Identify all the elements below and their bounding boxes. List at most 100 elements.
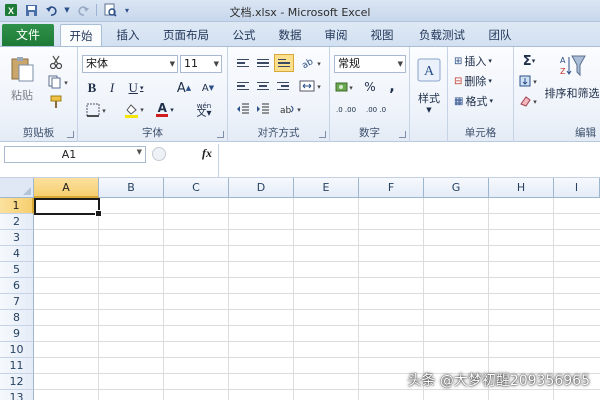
percent-button[interactable]: %	[362, 79, 378, 95]
decrease-decimal-button[interactable]: .00 .0	[364, 101, 390, 119]
tab-file[interactable]: 文件	[2, 24, 54, 46]
formula-bar: A1 ▼ fx	[0, 142, 600, 178]
format-cells-label: 格式	[465, 95, 488, 108]
grow-font-button[interactable]: A ▲	[174, 79, 194, 97]
column-header[interactable]: E	[294, 178, 359, 198]
italic-button[interactable]: I	[104, 79, 120, 97]
sort-filter-button[interactable]: AZ 排序和筛选	[544, 53, 600, 119]
row-header[interactable]: 13	[0, 390, 34, 400]
row-header[interactable]: 8	[0, 310, 34, 326]
row-header[interactable]: 1	[0, 198, 34, 214]
tab-view[interactable]: 视图	[362, 24, 402, 46]
font-name-select[interactable]: 宋体 ▼	[82, 55, 178, 73]
autosum-label: Σ	[522, 53, 532, 69]
accounting-format-icon[interactable]: ▾	[334, 79, 356, 95]
cut-icon[interactable]	[46, 53, 66, 71]
align-bottom-icon[interactable]	[274, 54, 294, 72]
align-left-icon[interactable]	[234, 78, 252, 94]
row-header[interactable]: 9	[0, 326, 34, 342]
row-header[interactable]: 4	[0, 246, 34, 262]
fill-color-icon[interactable]: ▾	[122, 101, 148, 119]
watermark: 头条 @大梦初醒209356965	[407, 373, 590, 389]
dialog-launcher-icon[interactable]	[217, 131, 224, 138]
active-cell[interactable]	[34, 198, 102, 217]
borders-icon[interactable]: ▾	[84, 101, 110, 119]
column-header[interactable]: G	[424, 178, 489, 198]
group-font: 宋体 ▼ 11 ▼ B I U ▾ A ▲ A ▼ ▾ ▾ A ▾ wén 文▾…	[78, 47, 228, 142]
sort-filter-label: 排序和筛选	[544, 87, 600, 100]
tab-home[interactable]: 开始	[60, 24, 102, 46]
title-bar: X ▼ ▾ 文档.xlsx - Microsoft Excel	[0, 0, 600, 22]
styles-label: 样式	[418, 92, 440, 105]
bold-button[interactable]: B	[84, 79, 100, 97]
tab-page-layout[interactable]: 页面布局	[154, 24, 218, 46]
font-size-select[interactable]: 11 ▼	[180, 55, 222, 73]
formula-controls: fx	[150, 146, 216, 163]
align-top-icon[interactable]	[234, 55, 252, 71]
align-center-icon[interactable]	[254, 78, 272, 94]
column-header[interactable]: D	[229, 178, 294, 198]
chevron-down-icon: ▼	[213, 60, 219, 68]
tab-formulas[interactable]: 公式	[224, 24, 264, 46]
format-cells-button[interactable]: ▦ 格式 ▾	[454, 93, 510, 109]
font-color-button[interactable]: A ▾	[152, 101, 178, 119]
svg-text:▾: ▾	[533, 78, 537, 86]
row-header[interactable]: 11	[0, 358, 34, 374]
column-header[interactable]: F	[359, 178, 424, 198]
name-box[interactable]: A1 ▼	[4, 146, 146, 163]
dialog-launcher-icon[interactable]	[319, 131, 326, 138]
row-header[interactable]: 6	[0, 278, 34, 294]
row-header[interactable]: 2	[0, 214, 34, 230]
decrease-decimal-label: .00 .0	[366, 105, 387, 114]
column-header[interactable]: B	[99, 178, 164, 198]
styles-button[interactable]: A 样式 ▼	[412, 53, 446, 119]
increase-indent-icon[interactable]	[254, 101, 272, 117]
row-header[interactable]: 12	[0, 374, 34, 390]
column-header[interactable]: H	[489, 178, 554, 198]
shrink-font-button[interactable]: A ▼	[198, 79, 218, 97]
wrap-text-icon[interactable]: ab ▾	[278, 101, 304, 117]
tab-review[interactable]: 审阅	[316, 24, 356, 46]
dialog-launcher-icon[interactable]	[399, 131, 406, 138]
clear-icon[interactable]: ▾	[518, 93, 540, 109]
increase-decimal-button[interactable]: .0 .00	[334, 101, 360, 119]
svg-text:ab: ab	[301, 57, 316, 70]
tab-insert[interactable]: 插入	[108, 24, 148, 46]
editing-group-label: 编辑	[575, 127, 596, 139]
decrease-indent-icon[interactable]	[234, 101, 252, 117]
row-header[interactable]: 3	[0, 230, 34, 246]
dialog-launcher-icon[interactable]	[67, 131, 74, 138]
underline-button[interactable]: U ▾	[124, 79, 148, 97]
align-middle-icon[interactable]	[254, 55, 272, 71]
svg-text:▾: ▾	[349, 84, 353, 92]
chevron-down-icon[interactable]: ▼	[137, 148, 142, 156]
tab-data[interactable]: 数据	[270, 24, 310, 46]
column-header[interactable]: A	[34, 178, 99, 198]
comma-button[interactable]: ,	[384, 79, 400, 95]
autosum-button[interactable]: Σ ▾	[518, 53, 540, 69]
paste-button[interactable]: 粘贴	[4, 51, 40, 107]
tab-team[interactable]: 团队	[480, 24, 520, 46]
formula-bar-grip-icon	[152, 147, 166, 161]
fill-icon[interactable]: ▾	[518, 73, 540, 89]
group-styles: A 样式 ▼	[410, 47, 448, 142]
fx-button[interactable]: fx	[202, 146, 212, 161]
format-painter-icon[interactable]	[46, 93, 66, 111]
delete-cells-button[interactable]: ⊟ 删除 ▾	[454, 73, 510, 89]
phonetic-guide-button[interactable]: wén 文▾	[188, 101, 220, 119]
merge-center-icon[interactable]: ▾	[298, 78, 324, 94]
row-header[interactable]: 5	[0, 262, 34, 278]
row-header[interactable]: 7	[0, 294, 34, 310]
number-format-select[interactable]: 常规 ▼	[334, 55, 406, 73]
orientation-icon[interactable]: ab ▾	[298, 55, 324, 71]
formula-input[interactable]	[218, 144, 600, 177]
column-header[interactable]: C	[164, 178, 229, 198]
tab-load-test[interactable]: 负载测试	[410, 24, 474, 46]
column-header[interactable]: I	[554, 178, 600, 198]
copy-icon[interactable]: ▾	[46, 73, 72, 91]
row-header[interactable]: 10	[0, 342, 34, 358]
align-right-icon[interactable]	[274, 78, 292, 94]
select-all-corner[interactable]	[0, 178, 34, 198]
svg-text:A: A	[560, 56, 566, 65]
insert-cells-button[interactable]: ⊞ 插入 ▾	[454, 53, 510, 69]
